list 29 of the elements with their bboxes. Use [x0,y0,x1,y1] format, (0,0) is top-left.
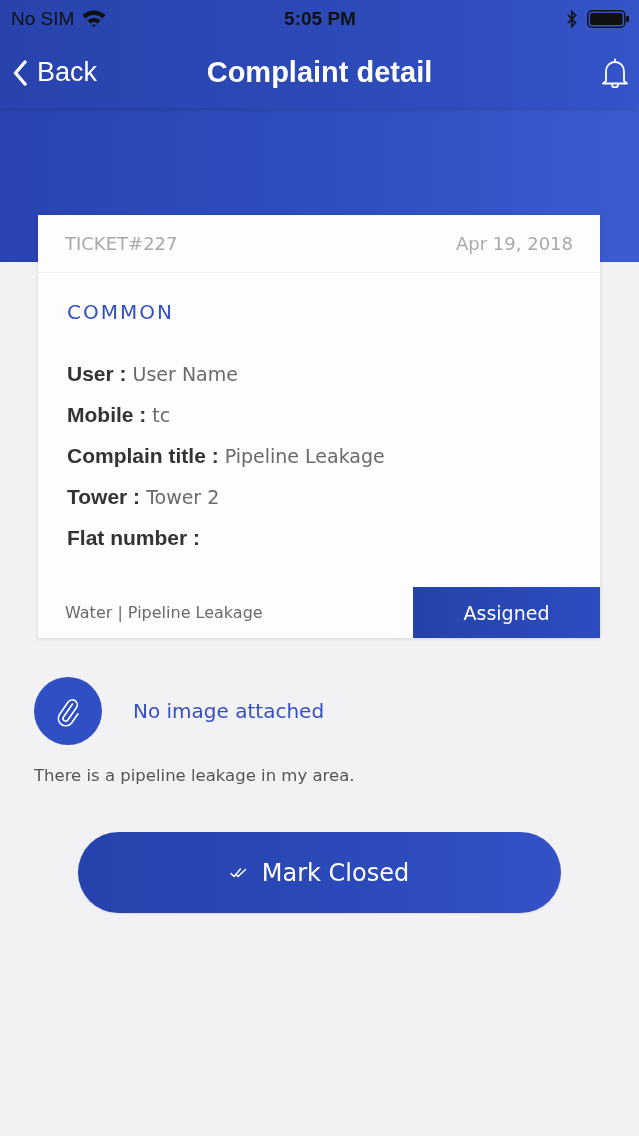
carrier-label: No SIM [11,7,75,30]
chevron-left-icon [13,59,27,86]
field-label: Flat number : [67,525,200,550]
ticket-number: TICKET#227 [65,233,178,254]
complaint-type: Water | Pipeline Leakage [65,603,263,622]
screen-title: Complaint detail [206,56,433,89]
field-label: Tower : [67,484,141,509]
wifi-icon [82,10,107,27]
attachment-status: No image attached [133,699,325,723]
field-value: Tower 2 [146,485,220,508]
field-value: User Name [132,362,238,385]
field-label: User : [67,361,127,386]
notifications-button[interactable] [601,57,629,88]
field-label: Mobile : [67,402,147,427]
mark-closed-button[interactable]: Mark Closed [78,832,561,913]
complaint-description: There is a pipeline leakage in my area. [34,766,356,785]
category-label: COMMON [67,299,175,325]
field-value: tc [152,403,171,426]
field-value: Pipeline Leakage [224,444,385,467]
double-check-icon [229,866,248,879]
field-label: Complain title : [67,443,219,468]
back-button[interactable]: Back [13,57,98,88]
status-badge: Assigned [413,587,600,638]
battery-icon [587,9,629,28]
bell-icon [601,57,629,88]
ticket-date: Apr 19, 2018 [455,233,573,254]
paperclip-icon[interactable] [34,677,102,745]
clock-time: 5:05 PM [284,7,356,30]
bluetooth-icon [567,9,577,28]
